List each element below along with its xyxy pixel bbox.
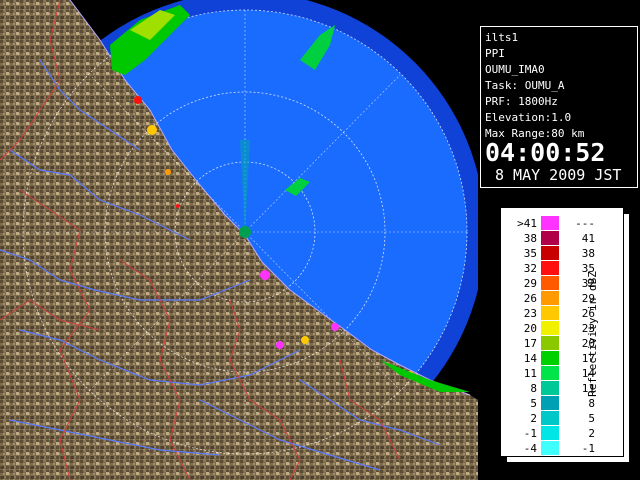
reflectivity-legend: >41 --- 38 41 35 38 32 35 29 32 26 29 23 26 20 23 17 20 14… — [500, 207, 630, 463]
legend-low-value: -4 — [523, 442, 537, 455]
legend-color-swatch — [541, 441, 559, 455]
task-label: Task: — [485, 79, 519, 92]
legend-low-value: 2 — [530, 412, 537, 425]
legend-color-swatch — [541, 261, 559, 275]
legend-low-value: 26 — [523, 292, 537, 305]
legend-unit-label: Reflectivity in dBZ — [586, 271, 599, 397]
radar-display: ilts1 PPI OUMU_IMA0 Task: OUMU_A PRF: 18… — [0, 0, 640, 480]
observation-time: 04:00:52 — [485, 138, 606, 167]
legend-high-value: -1 — [581, 442, 595, 455]
observation-date: 8 MAY 2009 JST — [495, 166, 622, 184]
task-line: Task: OUMU_A — [485, 79, 565, 92]
legend-color-swatch — [541, 366, 559, 380]
task-value: OUMU_A — [524, 79, 565, 92]
info-panel: ilts1 PPI OUMU_IMA0 Task: OUMU_A PRF: 18… — [480, 26, 638, 188]
prf-label: PRF: — [485, 95, 512, 108]
elevation-value: 1.0 — [551, 111, 572, 124]
legend-color-swatch — [541, 276, 559, 290]
legend-low-value: 32 — [523, 262, 537, 275]
legend-low-value: -1 — [523, 427, 537, 440]
legend-box: >41 --- 38 41 35 38 32 35 29 32 26 29 23 26 20 23 17 20 14… — [500, 207, 624, 457]
legend-low-value: 11 — [523, 367, 537, 380]
window-title: ilts1 — [485, 31, 519, 44]
radar-ppi-map[interactable] — [0, 0, 478, 480]
legend-color-swatch — [541, 351, 559, 365]
site-name: OUMU_IMA0 — [485, 63, 545, 76]
legend-low-value: 23 — [523, 307, 537, 320]
legend-color-swatch — [541, 306, 559, 320]
legend-color-swatch — [541, 231, 559, 245]
legend-color-swatch — [541, 216, 559, 230]
legend-color-swatch — [541, 321, 559, 335]
product-type: PPI — [485, 47, 505, 60]
legend-color-swatch — [541, 291, 559, 305]
prf-line: PRF: 1800Hz — [485, 95, 558, 108]
legend-low-value: 29 — [523, 277, 537, 290]
legend-color-swatch — [541, 336, 559, 350]
legend-color-swatch — [541, 396, 559, 410]
prf-value: 1800Hz — [518, 95, 558, 108]
legend-low-value: 14 — [523, 352, 537, 365]
elevation-label: Elevation: — [485, 111, 552, 124]
legend-low-value: >41 — [517, 217, 537, 230]
legend-low-value: 20 — [523, 322, 537, 335]
legend-low-value: 8 — [530, 382, 537, 395]
legend-color-swatch — [541, 246, 559, 260]
legend-high-value: 2 — [588, 427, 595, 440]
legend-low-value: 38 — [523, 232, 537, 245]
legend-high-value: 41 — [581, 232, 595, 245]
legend-color-swatch — [541, 426, 559, 440]
legend-high-value: --- — [575, 217, 595, 230]
legend-color-swatch — [541, 381, 559, 395]
legend-color-swatch — [541, 411, 559, 425]
legend-low-value: 17 — [523, 337, 537, 350]
legend-low-value: 35 — [523, 247, 537, 260]
legend-low-value: 5 — [530, 397, 537, 410]
elevation-line: Elevation:1.0 — [485, 111, 571, 124]
